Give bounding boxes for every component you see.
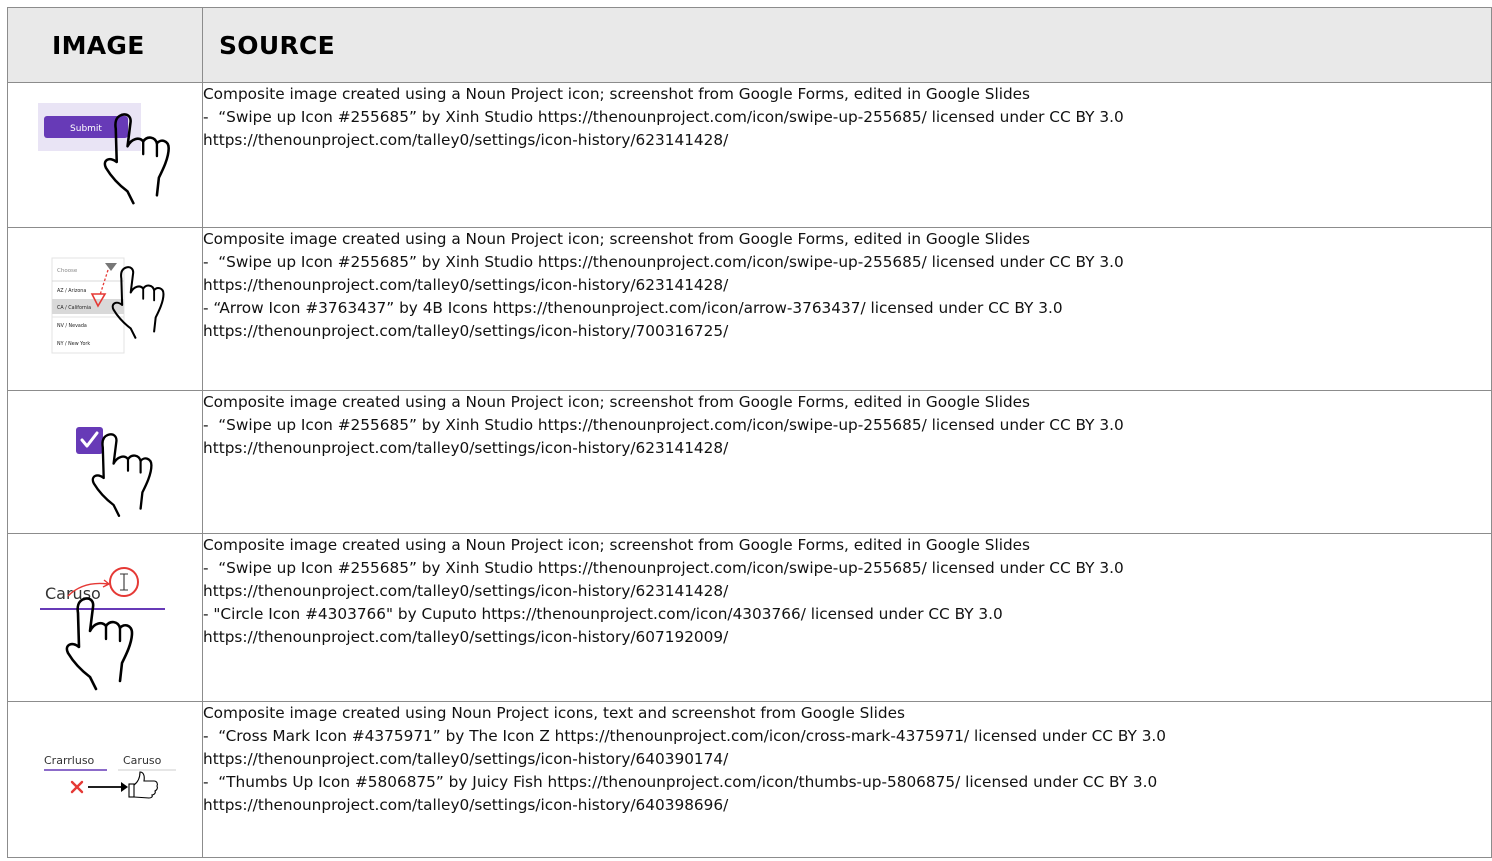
source-line: Composite image created using a Noun Pro… [203,230,1031,248]
image-cell [7,390,203,534]
source-cell: Composite image created using a Noun Pro… [202,82,1492,228]
table-row: Submit Composite image created using a N… [7,82,1492,228]
source-line: https://thenounproject.com/talley0/setti… [203,439,729,457]
tap-hand-icon [91,433,153,517]
header-row: IMAGE SOURCE [7,7,1492,83]
misspelled-word: Crarrluso [44,754,95,767]
dropdown-option: NV / Nevada [57,323,87,329]
table-row: Crarrluso Caruso Composite image created… [7,701,1492,858]
source-line: https://thenounproject.com/talley0/setti… [203,796,729,814]
source-line: https://thenounproject.com/talley0/setti… [203,750,729,768]
dropdown-option: NY / New York [57,341,90,347]
dropdown-option: AZ / Arizona [57,288,86,294]
source-column-header: SOURCE [202,7,1492,83]
checkbox-tap-thumbnail [76,427,153,517]
table-row: Caruso Composite image created using a N… [7,533,1492,702]
dropdown-option: CA / California [57,305,91,311]
source-line: - “Swipe up Icon #255685” by Xinh Studio… [203,416,1124,434]
dropdown-tap-thumbnail: Choose AZ / Arizona CA / California NV /… [51,257,165,354]
source-line: - “Swipe up Icon #255685” by Xinh Studio… [203,253,1124,271]
spelling-fix-thumbnail: Crarrluso Caruso [44,754,176,799]
image-cell: Choose AZ / Arizona CA / California NV /… [7,227,203,391]
image-cell: Submit [7,82,203,228]
source-line: - “Thumbs Up Icon #5806875” by Juicy Fis… [203,773,1158,791]
source-line: https://thenounproject.com/talley0/setti… [203,582,729,600]
source-line: https://thenounproject.com/talley0/setti… [203,131,729,149]
source-line: Composite image created using a Noun Pro… [203,85,1031,103]
submit-button-text: Submit [70,124,102,134]
source-line: - “Arrow Icon #3763437” by 4B Icons http… [203,299,1063,317]
image-cell: Caruso [7,533,203,702]
source-line: - “Swipe up Icon #255685” by Xinh Studio… [203,559,1124,577]
text-cursor-icon [120,573,128,591]
tap-hand-icon [65,597,134,691]
source-line: Composite image created using Noun Proje… [203,704,905,722]
image-column-header: IMAGE [7,7,203,83]
source-cell: Composite image created using a Noun Pro… [202,533,1492,702]
image-cell: Crarrluso Caruso [7,701,203,858]
source-line: - “Swipe up Icon #255685” by Xinh Studio… [203,108,1124,126]
table-row: Composite image created using a Noun Pro… [7,390,1492,534]
correct-word: Caruso [123,754,162,767]
source-line: https://thenounproject.com/talley0/setti… [203,322,729,340]
submit-tap-thumbnail: Submit [38,103,170,205]
source-line: - “Cross Mark Icon #4375971” by The Icon… [203,727,1167,745]
source-line: Composite image created using a Noun Pro… [203,393,1031,411]
source-line: Composite image created using a Noun Pro… [203,536,1031,554]
thumbs-up-icon [128,771,158,799]
source-line: https://thenounproject.com/talley0/setti… [203,628,729,646]
dropdown-placeholder: Choose [57,268,78,274]
source-line: https://thenounproject.com/talley0/setti… [203,276,729,294]
source-cell: Composite image created using a Noun Pro… [202,227,1492,391]
table-row: Choose AZ / Arizona CA / California NV /… [7,227,1492,391]
text-cursor-tap-thumbnail: Caruso [40,567,165,691]
source-cell: Composite image created using a Noun Pro… [202,390,1492,534]
source-cell: Composite image created using Noun Proje… [202,701,1492,858]
cross-mark-icon [70,780,84,794]
image-credits-table: IMAGE SOURCE Submit Composite image crea… [7,7,1492,858]
source-line: - "Circle Icon #4303766" by Cuputo https… [203,605,1003,623]
